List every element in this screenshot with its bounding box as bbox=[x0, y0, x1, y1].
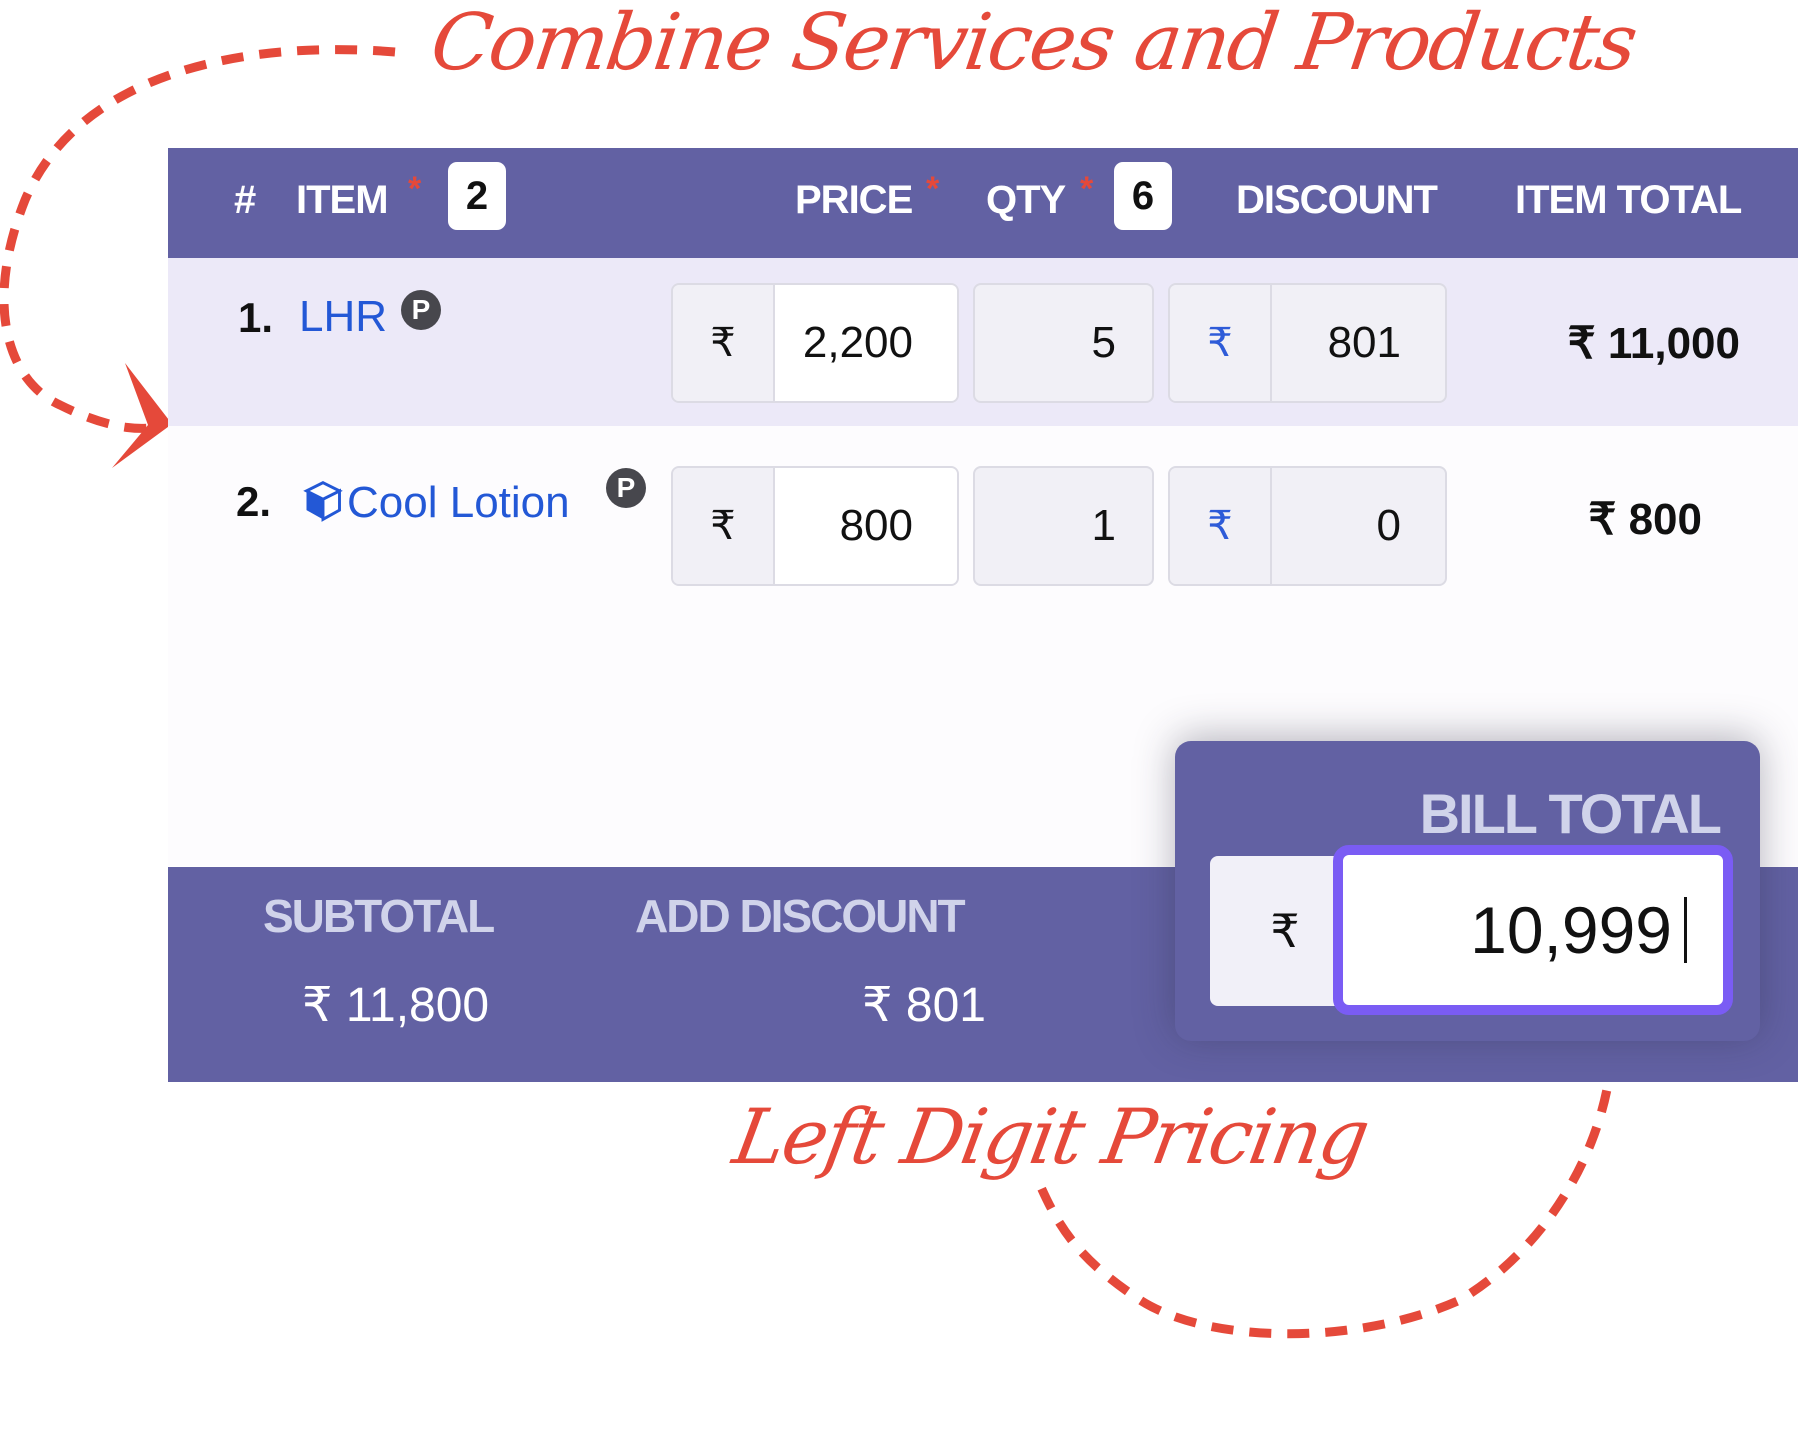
item-total: ₹ 800 bbox=[1588, 495, 1702, 544]
header-item: ITEM bbox=[296, 178, 389, 222]
annotation-left-digit-pricing: Left Digit Pricing bbox=[727, 1092, 1375, 1181]
row-index: 1. bbox=[238, 294, 274, 341]
required-marker-item: * bbox=[408, 170, 421, 208]
add-discount-label[interactable]: ADD DISCOUNT bbox=[635, 889, 966, 943]
qty-input-group: 1 bbox=[973, 466, 1154, 586]
qty-count-badge: 6 bbox=[1114, 162, 1172, 230]
discount-input[interactable]: 0 bbox=[1272, 468, 1445, 584]
subtotal-label: SUBTOTAL bbox=[263, 890, 495, 942]
discount-input[interactable]: 801 bbox=[1272, 285, 1445, 401]
bill-total-card: BILL TOTAL ₹ 10,999 bbox=[1175, 741, 1760, 1041]
header-item-total: ITEM TOTAL bbox=[1515, 178, 1742, 222]
rupee-icon: ₹ bbox=[673, 285, 775, 401]
price-input-group: ₹ 800 bbox=[671, 466, 959, 586]
item-total: ₹ 11,000 bbox=[1567, 319, 1740, 368]
bill-total-input[interactable]: 10,999 bbox=[1333, 845, 1733, 1015]
item-link-cool-lotion[interactable]: Cool Lotion bbox=[301, 478, 570, 528]
package-badge-icon: P bbox=[606, 468, 646, 508]
price-input-group: ₹ 2,200 bbox=[671, 283, 959, 403]
header-qty: QTY bbox=[986, 178, 1066, 222]
table-header: # ITEM * 2 PRICE * QTY * 6 DISCOUNT ITEM… bbox=[168, 148, 1798, 258]
subtotal-value: ₹ 11,800 bbox=[302, 979, 490, 1032]
qty-input[interactable]: 1 bbox=[975, 468, 1152, 584]
add-discount-value[interactable]: ₹ 801 bbox=[862, 977, 986, 1033]
required-marker-qty: * bbox=[1080, 170, 1093, 208]
discount-input-group: ₹ 0 bbox=[1168, 466, 1447, 586]
package-badge-icon: P bbox=[401, 290, 441, 330]
header-index: # bbox=[234, 178, 256, 222]
item-count-badge: 2 bbox=[448, 162, 506, 230]
discount-type-toggle[interactable]: ₹ bbox=[1170, 285, 1272, 401]
qty-input-group: 5 bbox=[973, 283, 1154, 403]
price-input[interactable]: 2,200 bbox=[775, 285, 957, 401]
item-link-lhr[interactable]: LHR bbox=[299, 292, 387, 342]
item-name: Cool Lotion bbox=[347, 478, 570, 527]
bill-total-label: BILL TOTAL bbox=[1419, 782, 1722, 845]
annotation-combine-services: Combine Services and Products bbox=[425, 0, 1641, 88]
qty-input[interactable]: 5 bbox=[975, 285, 1152, 401]
discount-type-toggle[interactable]: ₹ bbox=[1170, 468, 1272, 584]
header-discount: DISCOUNT bbox=[1236, 178, 1438, 222]
header-price: PRICE bbox=[795, 178, 913, 222]
text-cursor bbox=[1684, 897, 1687, 963]
bill-total-value: 10,999 bbox=[1470, 893, 1672, 967]
required-marker-price: * bbox=[926, 170, 939, 208]
price-input[interactable]: 800 bbox=[775, 468, 957, 584]
cube-icon bbox=[303, 481, 343, 522]
arrowhead-left-icon bbox=[112, 363, 172, 468]
table-row: 1. LHR P ₹ 2,200 5 ₹ 801 ₹ 11,000 bbox=[168, 258, 1798, 426]
rupee-icon: ₹ bbox=[673, 468, 775, 584]
discount-input-group: ₹ 801 bbox=[1168, 283, 1447, 403]
row-index: 2. bbox=[236, 478, 272, 525]
